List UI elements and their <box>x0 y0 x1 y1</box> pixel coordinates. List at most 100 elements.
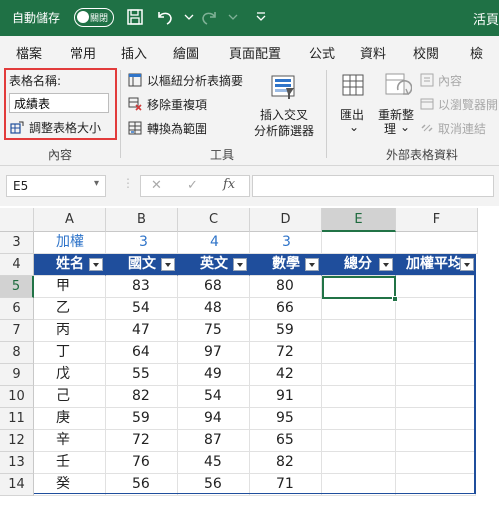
tab-page-layout[interactable]: 頁面配置 <box>229 43 281 62</box>
table-cell-math[interactable]: 95 <box>250 408 322 430</box>
table-cell-total[interactable] <box>322 320 396 342</box>
convert-to-range-button[interactable]: 轉換為範圍 <box>128 120 228 138</box>
row-header-7[interactable]: 7 <box>0 320 34 342</box>
table-cell-chinese[interactable]: 76 <box>106 452 178 474</box>
table-header-chinese[interactable]: 國文 <box>106 254 178 276</box>
row-header-10[interactable]: 10 <box>0 386 34 408</box>
table-cell-weighted-average[interactable] <box>396 386 476 408</box>
table-cell-math[interactable]: 80 <box>250 276 322 298</box>
column-header-D[interactable]: D <box>250 208 322 232</box>
weight-label-cell[interactable]: 加權 <box>34 232 106 254</box>
table-cell-weighted-average[interactable] <box>396 452 476 474</box>
tab-insert[interactable]: 插入 <box>121 43 147 62</box>
filter-dropdown-icon[interactable] <box>89 258 103 271</box>
table-cell-total[interactable] <box>322 430 396 452</box>
table-cell-weighted-average[interactable] <box>396 320 476 342</box>
table-cell-english[interactable]: 45 <box>178 452 250 474</box>
undo-dropdown-icon[interactable] <box>178 6 200 28</box>
open-in-browser-button[interactable]: 以瀏覽器開 <box>420 96 499 114</box>
table-name-input[interactable] <box>9 93 109 113</box>
tab-home[interactable]: 常用 <box>70 43 96 62</box>
filter-dropdown-icon[interactable] <box>460 258 474 271</box>
row-header-4[interactable]: 4 <box>0 254 34 276</box>
row-header-9[interactable]: 9 <box>0 364 34 386</box>
filter-dropdown-icon[interactable] <box>379 258 393 271</box>
weight-chinese-cell[interactable]: 3 <box>106 232 178 254</box>
table-cell-chinese[interactable]: 72 <box>106 430 178 452</box>
table-cell-math[interactable]: 65 <box>250 430 322 452</box>
table-cell-chinese[interactable]: 54 <box>106 298 178 320</box>
summarize-pivot-button[interactable]: 以樞紐分析表摘要 <box>128 72 258 90</box>
insert-slicer-button[interactable]: 插入交叉 分析篩選器 <box>252 70 318 142</box>
weight-math-cell[interactable]: 3 <box>250 232 322 254</box>
table-cell-chinese[interactable]: 47 <box>106 320 178 342</box>
redo-dropdown-icon[interactable] <box>222 6 244 28</box>
table-cell-weighted-average[interactable] <box>396 276 476 298</box>
filter-dropdown-icon[interactable] <box>161 258 175 271</box>
table-cell-weighted-average[interactable] <box>396 408 476 430</box>
redo-icon[interactable] <box>198 6 220 28</box>
table-cell-english[interactable]: 49 <box>178 364 250 386</box>
table-cell-total[interactable] <box>322 298 396 320</box>
table-cell-english[interactable]: 48 <box>178 298 250 320</box>
table-cell-english[interactable]: 87 <box>178 430 250 452</box>
filter-dropdown-icon[interactable] <box>233 258 247 271</box>
table-cell-name[interactable]: 己 <box>34 386 106 408</box>
row-header-6[interactable]: 6 <box>0 298 34 320</box>
table-cell-total[interactable] <box>322 364 396 386</box>
row-header-13[interactable]: 13 <box>0 452 34 474</box>
filter-dropdown-icon[interactable] <box>305 258 319 271</box>
table-cell-math[interactable]: 72 <box>250 342 322 364</box>
properties-button[interactable]: 內容 <box>420 72 499 90</box>
insert-function-icon[interactable]: fx <box>223 177 235 192</box>
table-header-english[interactable]: 英文 <box>178 254 250 276</box>
table-header-math[interactable]: 數學 <box>250 254 322 276</box>
autosave-toggle[interactable]: 關閉 <box>74 8 114 27</box>
tab-data[interactable]: 資料 <box>360 43 386 62</box>
active-cell-selection[interactable] <box>322 276 396 299</box>
row-header-11[interactable]: 11 <box>0 408 34 430</box>
table-cell-math[interactable]: 42 <box>250 364 322 386</box>
remove-duplicates-button[interactable]: 移除重複項 <box>128 96 228 114</box>
formula-input[interactable] <box>252 175 494 197</box>
table-cell-name[interactable]: 戊 <box>34 364 106 386</box>
table-cell-weighted-average[interactable] <box>396 364 476 386</box>
table-cell-chinese[interactable]: 83 <box>106 276 178 298</box>
cell-F3[interactable] <box>396 232 478 254</box>
cell-E3[interactable] <box>322 232 396 254</box>
table-cell-name[interactable]: 丙 <box>34 320 106 342</box>
table-cell-total[interactable] <box>322 408 396 430</box>
name-box[interactable]: E5 <box>6 175 106 197</box>
table-cell-total[interactable] <box>322 452 396 474</box>
undo-icon[interactable] <box>154 6 176 28</box>
table-cell-english[interactable]: 75 <box>178 320 250 342</box>
table-header-name[interactable]: 姓名 <box>34 254 106 276</box>
column-header-A[interactable]: A <box>34 208 106 232</box>
export-button[interactable]: 匯出 ⌄ <box>334 70 374 142</box>
refresh-button[interactable]: 重新整 理 ⌄ <box>376 70 420 142</box>
name-box-dropdown-icon[interactable]: ▾ <box>94 178 99 189</box>
table-cell-name[interactable]: 庚 <box>34 408 106 430</box>
table-cell-weighted-average[interactable] <box>396 430 476 452</box>
row-header-12[interactable]: 12 <box>0 430 34 452</box>
tab-view[interactable]: 檢 <box>470 43 483 62</box>
table-cell-chinese[interactable]: 82 <box>106 386 178 408</box>
table-cell-name[interactable]: 甲 <box>34 276 106 298</box>
fill-handle[interactable] <box>392 296 398 302</box>
table-cell-chinese[interactable]: 64 <box>106 342 178 364</box>
table-cell-math[interactable]: 59 <box>250 320 322 342</box>
table-cell-name[interactable]: 丁 <box>34 342 106 364</box>
customize-toolbar-icon[interactable] <box>250 6 272 28</box>
table-cell-total[interactable] <box>322 342 396 364</box>
column-header-C[interactable]: C <box>178 208 250 232</box>
tab-review[interactable]: 校閱 <box>413 43 439 62</box>
row-header-8[interactable]: 8 <box>0 342 34 364</box>
confirm-icon[interactable]: ✓ <box>187 178 198 193</box>
table-header-weighted-average[interactable]: 加權平均 <box>396 254 476 276</box>
unlink-button[interactable]: 取消連結 <box>420 120 499 138</box>
column-header-F[interactable]: F <box>396 208 478 232</box>
column-header-B[interactable]: B <box>106 208 178 232</box>
cancel-icon[interactable]: ✕ <box>151 178 162 193</box>
table-cell-name[interactable]: 辛 <box>34 430 106 452</box>
table-cell-math[interactable]: 91 <box>250 386 322 408</box>
